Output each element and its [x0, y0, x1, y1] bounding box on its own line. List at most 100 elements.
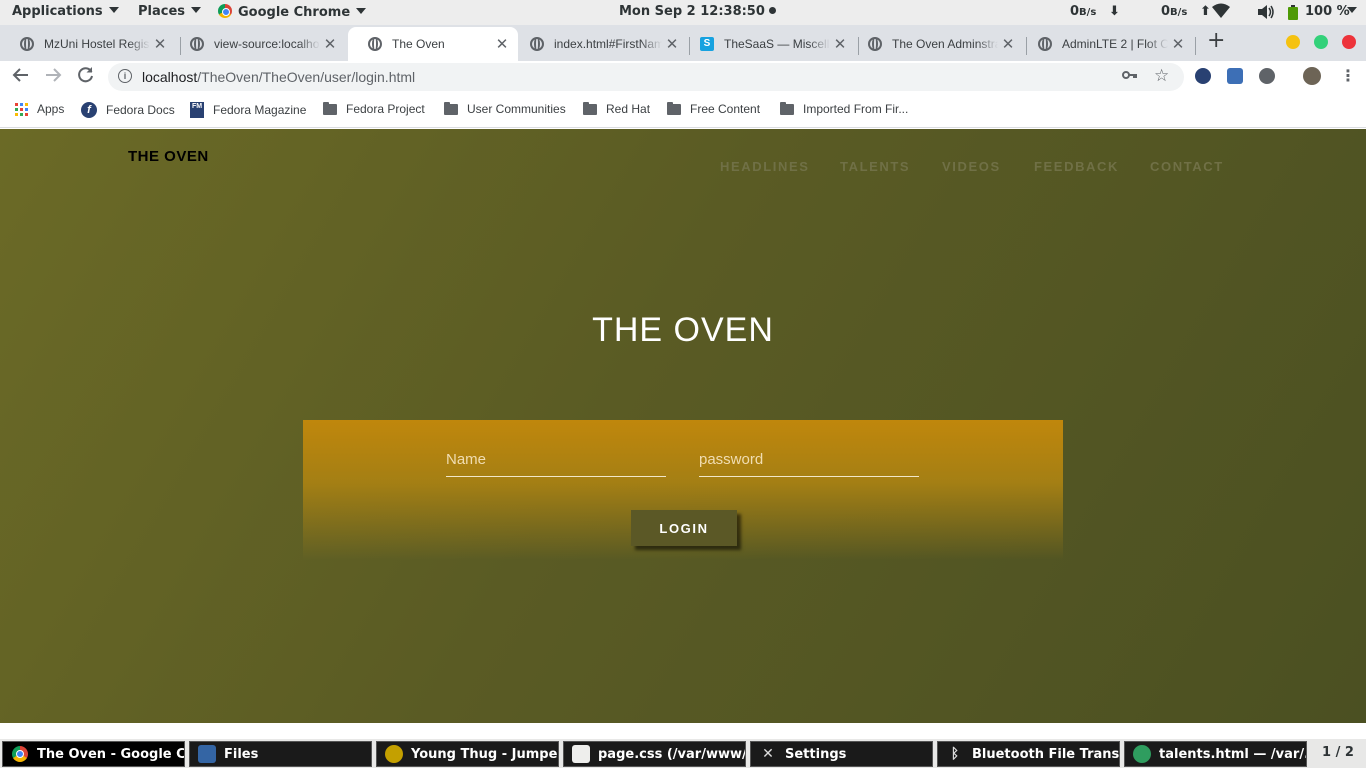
tab-index-html[interactable]: index.html#FirstName ✕: [510, 27, 688, 61]
close-icon[interactable]: ✕: [1168, 35, 1188, 53]
kebab-menu-icon[interactable]: ⋮: [1340, 66, 1356, 85]
new-tab-button[interactable]: +: [1207, 30, 1225, 52]
bookmark-free-content[interactable]: Free Content: [667, 101, 760, 116]
nav-headlines[interactable]: HEADLINES: [720, 159, 810, 174]
workspace-switcher[interactable]: 1 / 2: [1322, 745, 1354, 760]
s-icon: S: [700, 37, 714, 51]
tab-thesaas[interactable]: S TheSaaS — Miscellaneous ✕: [680, 27, 856, 61]
close-icon[interactable]: ✕: [998, 35, 1018, 53]
panel-gap: [0, 723, 1366, 739]
info-icon[interactable]: i: [118, 69, 132, 83]
chevron-down-icon: [191, 7, 202, 13]
tab-the-oven[interactable]: The Oven ✕: [348, 27, 518, 61]
wifi-icon[interactable]: [1212, 3, 1230, 23]
globe-icon: [868, 37, 882, 51]
battery-percent: 100 %: [1305, 4, 1350, 19]
tab-view-source[interactable]: view-source:localhost ✕: [170, 27, 346, 61]
url-path: /TheOven/TheOven/user/login.html: [197, 69, 416, 85]
url-host: localhost: [142, 69, 198, 85]
taskbar-window-atom[interactable]: talents.html — /var/...: [1124, 741, 1307, 767]
volume-icon[interactable]: [1257, 4, 1275, 24]
network-down-speed: 0B/s: [1070, 4, 1097, 19]
folder-icon: [323, 101, 337, 115]
tab-oven-administration[interactable]: The Oven Adminstration ✕: [848, 27, 1024, 61]
back-arrow-icon[interactable]: [12, 66, 30, 89]
maximize-button[interactable]: [1314, 35, 1328, 49]
taskbar-window-media[interactable]: Young Thug - Jumpe...: [376, 741, 559, 767]
globe-icon: [368, 37, 382, 51]
bookmark-apps[interactable]: Apps: [15, 102, 64, 116]
bookmark-fedora-docs[interactable]: f Fedora Docs: [81, 102, 175, 118]
avatar[interactable]: [1303, 67, 1321, 85]
taskbar-window-settings[interactable]: ✕ Settings: [750, 741, 933, 767]
bookmark-imported-from-firefox[interactable]: Imported From Fir...: [780, 101, 908, 116]
bookmark-red-hat[interactable]: Red Hat: [583, 101, 650, 116]
system-menu-chevron[interactable]: [1347, 4, 1357, 19]
folder-icon: [583, 101, 597, 115]
star-icon[interactable]: ☆: [1154, 66, 1169, 86]
atom-icon: [1133, 745, 1151, 763]
close-window-button[interactable]: [1342, 35, 1356, 49]
battery-icon[interactable]: [1288, 5, 1298, 24]
notification-dot-icon: [769, 7, 777, 14]
chevron-down-icon: [108, 7, 119, 13]
fm-icon: FM: [190, 102, 204, 118]
tab-mzuni-hostel[interactable]: MzUni Hostel Registration ✕: [0, 27, 176, 61]
files-icon: [198, 745, 216, 763]
folder-icon: [667, 101, 681, 115]
chevron-down-icon: [356, 8, 367, 14]
nav-videos[interactable]: VIDEOS: [942, 159, 1001, 174]
login-form: LOGIN: [303, 420, 1063, 560]
folder-icon: [444, 101, 458, 115]
site-brand[interactable]: THE OVEN: [128, 148, 209, 165]
close-icon[interactable]: ✕: [150, 35, 170, 53]
close-icon[interactable]: ✕: [830, 35, 850, 53]
chevron-down-icon: [1347, 7, 1357, 13]
fedora-extension-icon[interactable]: [1195, 68, 1211, 84]
key-icon[interactable]: [1122, 68, 1138, 86]
minimize-button[interactable]: [1286, 35, 1300, 49]
bookmark-user-communities[interactable]: User Communities: [444, 101, 566, 116]
nav-feedback[interactable]: FEEDBACK: [1034, 159, 1119, 174]
globe-icon: [20, 37, 34, 51]
login-button[interactable]: LOGIN: [631, 510, 737, 546]
bookmark-fedora-magazine[interactable]: FM Fedora Magazine: [190, 102, 306, 118]
taskbar-window-editor[interactable]: page.css (/var/www/...: [563, 741, 746, 767]
reload-icon[interactable]: [77, 66, 95, 89]
media-player-icon: [385, 745, 403, 763]
bookmark-fedora-project[interactable]: Fedora Project: [323, 101, 425, 116]
close-icon[interactable]: ✕: [492, 35, 512, 53]
app-menu-google-chrome[interactable]: Google Chrome: [218, 4, 367, 20]
bookmarks-bar: Apps f Fedora Docs FM Fedora Magazine Fe…: [0, 93, 1366, 128]
places-menu[interactable]: Places: [138, 4, 202, 19]
folder-icon: [780, 101, 794, 115]
download-extension-icon[interactable]: [1259, 68, 1275, 84]
forward-arrow-icon[interactable]: [44, 66, 62, 89]
close-icon[interactable]: ✕: [320, 35, 340, 53]
upload-arrow-icon: ⬆: [1200, 4, 1211, 19]
password-input[interactable]: [699, 442, 919, 477]
page-viewport: THE OVEN HEADLINES TALENTS VIDEOS FEEDBA…: [0, 129, 1366, 723]
bluetooth-icon: ᛒ: [950, 746, 960, 762]
box-extension-icon[interactable]: [1227, 68, 1243, 84]
download-arrow-icon: ⬇: [1109, 4, 1120, 19]
fedora-icon: f: [81, 102, 97, 118]
nav-contact[interactable]: CONTACT: [1150, 159, 1224, 174]
tab-adminlte[interactable]: AdminLTE 2 | Flot Charts ✕: [1018, 27, 1194, 61]
apps-grid-icon: [15, 102, 28, 116]
settings-icon: ✕: [762, 746, 774, 762]
taskbar-window-files[interactable]: Files: [189, 741, 372, 767]
applications-menu[interactable]: Applications: [12, 4, 119, 19]
globe-icon: [530, 37, 544, 51]
nav-talents[interactable]: TALENTS: [840, 159, 910, 174]
clock[interactable]: Mon Sep 2 12:38:50: [619, 4, 777, 19]
taskbar-window-bluetooth[interactable]: ᛒ Bluetooth File Trans...: [937, 741, 1120, 767]
globe-icon: [190, 37, 204, 51]
chrome-icon: [218, 4, 232, 18]
address-bar[interactable]: i localhost/TheOven/TheOven/user/login.h…: [108, 63, 1184, 91]
name-input[interactable]: [446, 442, 666, 477]
close-icon[interactable]: ✕: [662, 35, 682, 53]
text-editor-icon: [572, 745, 590, 763]
network-up-speed: 0B/s: [1161, 4, 1188, 19]
taskbar-window-chrome[interactable]: The Oven - Google C...: [2, 741, 185, 767]
